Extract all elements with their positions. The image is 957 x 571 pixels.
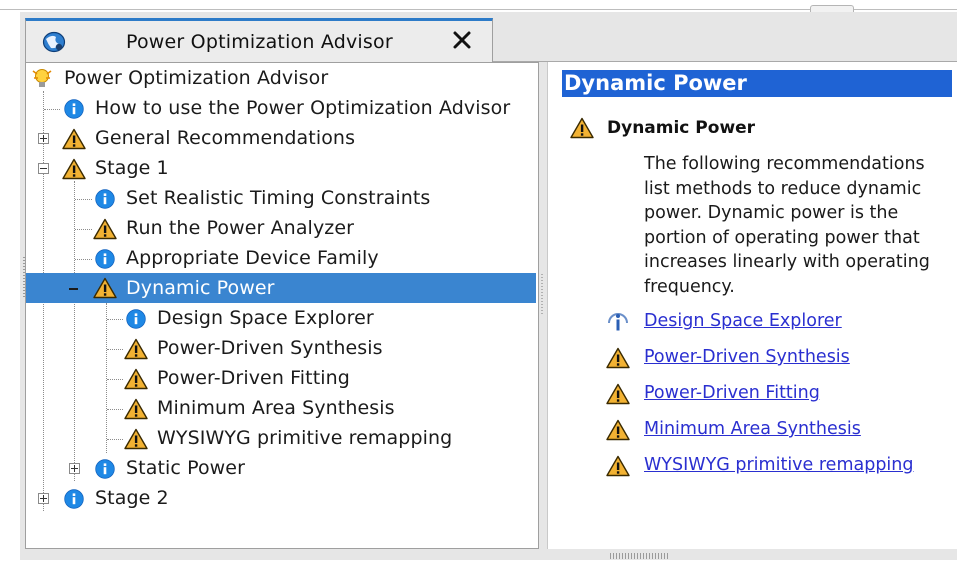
warning-icon xyxy=(606,455,630,477)
link-minimum-area-synthesis[interactable]: Minimum Area Synthesis xyxy=(644,419,861,439)
warning-icon xyxy=(124,368,148,390)
tree-item-label: How to use the Power Optimization Adviso… xyxy=(95,97,511,119)
splitter-grip[interactable] xyxy=(541,274,543,314)
tree-item-run-power-analyzer[interactable]: Run the Power Analyzer xyxy=(26,213,536,243)
advisor-globe-icon xyxy=(42,31,66,53)
link-row: Minimum Area Synthesis xyxy=(606,418,956,444)
lightbulb-icon xyxy=(31,67,53,89)
advisor-tree[interactable]: Power Optimization Advisor How to use th… xyxy=(25,62,539,549)
top-toolbar-strip xyxy=(0,0,957,13)
tree-item-label: Minimum Area Synthesis xyxy=(157,397,395,419)
warning-icon xyxy=(124,428,148,450)
tree-item-label: Power-Driven Fitting xyxy=(157,367,350,389)
info-icon xyxy=(606,311,630,333)
tree-item-appropriate-device-family[interactable]: Appropriate Device Family xyxy=(26,243,536,273)
expand-plus-icon[interactable] xyxy=(69,463,80,474)
bottom-resize-grip[interactable] xyxy=(610,553,670,559)
link-power-driven-fitting[interactable]: Power-Driven Fitting xyxy=(644,383,820,403)
tree-item-label: Power Optimization Advisor xyxy=(64,67,329,89)
link-power-driven-synthesis[interactable]: Power-Driven Synthesis xyxy=(644,347,850,367)
tree-item-how-to-use[interactable]: How to use the Power Optimization Adviso… xyxy=(26,93,536,123)
tree-item-stage-2[interactable]: Stage 2 xyxy=(26,483,536,513)
tree-item-label: General Recommendations xyxy=(95,127,356,149)
link-design-space-explorer[interactable]: Design Space Explorer xyxy=(644,311,842,331)
expand-plus-icon[interactable] xyxy=(38,133,49,144)
collapse-minus-icon[interactable] xyxy=(38,163,49,174)
tree-item-dynamic-power[interactable]: Dynamic Power xyxy=(26,273,536,303)
info-icon xyxy=(126,309,146,329)
tab-power-optimization-advisor[interactable]: Power Optimization Advisor xyxy=(25,18,493,62)
warning-icon xyxy=(62,158,86,180)
tree-item-label: Design Space Explorer xyxy=(157,307,374,329)
warning-icon xyxy=(606,347,630,369)
warning-icon xyxy=(62,128,86,150)
content-description: The following recommendations list metho… xyxy=(644,154,930,297)
warning-icon xyxy=(124,398,148,420)
tree-item-design-space-explorer[interactable]: Design Space Explorer xyxy=(26,303,536,333)
warning-icon xyxy=(606,383,630,405)
tree-item-label: Stage 2 xyxy=(95,487,169,509)
info-icon xyxy=(95,459,115,479)
close-x-icon[interactable] xyxy=(449,27,475,53)
tree-item-minimum-area-synthesis[interactable]: Minimum Area Synthesis xyxy=(26,393,536,423)
tree-item-label: Static Power xyxy=(126,457,246,479)
tree-item-label: Appropriate Device Family xyxy=(126,247,379,269)
warning-icon xyxy=(93,277,117,299)
collapse-minus-icon[interactable] xyxy=(69,288,78,290)
info-icon xyxy=(95,189,115,209)
tree-item-label: Stage 1 xyxy=(95,157,169,179)
tree-item-label: Run the Power Analyzer xyxy=(126,217,355,239)
tree-item-static-power[interactable]: Static Power xyxy=(26,453,536,483)
advisor-window: Power Optimization Advisor Power Optimiz… xyxy=(20,12,957,560)
link-row: Design Space Explorer xyxy=(606,310,956,336)
tree-item-power-driven-fitting[interactable]: Power-Driven Fitting xyxy=(26,363,536,393)
content-header: Dynamic Power xyxy=(562,70,952,97)
link-row: WYSIWYG primitive remapping xyxy=(606,454,956,480)
link-row: Power-Driven Synthesis xyxy=(606,346,956,372)
info-icon xyxy=(64,489,84,509)
tree-item-wysiwyg-remapping[interactable]: WYSIWYG primitive remapping xyxy=(26,423,536,453)
info-icon xyxy=(95,249,115,269)
tree-item-label: Power-Driven Synthesis xyxy=(157,337,383,359)
link-wysiwyg-primitive-remapping[interactable]: WYSIWYG primitive remapping xyxy=(644,455,914,475)
tree-item-general-recommendations[interactable]: General Recommendations xyxy=(26,123,536,153)
link-row: Power-Driven Fitting xyxy=(606,382,956,408)
tab-title: Power Optimization Advisor xyxy=(126,31,393,53)
tree-item-stage-1[interactable]: Stage 1 xyxy=(26,153,536,183)
warning-icon xyxy=(93,218,117,240)
expand-plus-icon[interactable] xyxy=(38,493,49,504)
warning-icon xyxy=(570,117,594,139)
tree-item-label: WYSIWYG primitive remapping xyxy=(157,427,453,449)
content-header-text: Dynamic Power xyxy=(564,71,747,95)
tree-item-power-driven-synthesis[interactable]: Power-Driven Synthesis xyxy=(26,333,536,363)
tree-item-set-realistic-timing[interactable]: Set Realistic Timing Constraints xyxy=(26,183,536,213)
tree-item-power-optimization-advisor[interactable]: Power Optimization Advisor xyxy=(26,63,536,93)
tree-item-label: Dynamic Power xyxy=(126,277,275,299)
warning-icon xyxy=(606,419,630,441)
info-icon xyxy=(64,99,84,119)
tree-item-label: Set Realistic Timing Constraints xyxy=(126,187,431,209)
warning-icon xyxy=(124,338,148,360)
recommendation-content: Dynamic Power Dynamic Power The followin… xyxy=(547,62,957,549)
content-title: Dynamic Power xyxy=(607,118,756,138)
